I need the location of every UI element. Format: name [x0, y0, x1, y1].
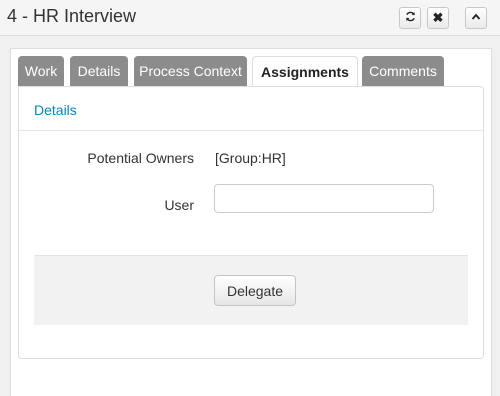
tab-comments[interactable]: Comments — [362, 56, 444, 86]
tab-details[interactable]: Details — [70, 56, 128, 86]
window-title: 4 - HR Interview — [7, 6, 137, 26]
refresh-icon — [405, 11, 416, 25]
user-input[interactable] — [214, 184, 434, 213]
user-label: User — [164, 197, 194, 213]
close-button[interactable]: ✖ — [427, 7, 449, 29]
delegate-button[interactable]: Delegate — [214, 275, 296, 306]
task-panel: Work Details Process Context Assignments… — [10, 48, 492, 396]
action-bar: Delegate — [34, 255, 468, 325]
details-section-link[interactable]: Details — [34, 102, 77, 118]
potential-owners-value: [Group:HR] — [215, 150, 286, 166]
close-icon: ✖ — [432, 10, 444, 25]
tab-process-context[interactable]: Process Context — [134, 56, 247, 86]
tab-work[interactable]: Work — [18, 56, 64, 86]
task-window: 4 - HR Interview ✖ Work Details Process … — [0, 0, 500, 396]
potential-owners-label: Potential Owners — [87, 150, 194, 166]
section-header: Details — [19, 87, 483, 131]
tab-assignments[interactable]: Assignments — [252, 56, 358, 87]
collapse-button[interactable] — [465, 7, 487, 29]
title-bar: 4 - HR Interview ✖ — [0, 0, 500, 36]
assignments-content: Details Potential Owners [Group:HR] User… — [18, 86, 484, 359]
refresh-button[interactable] — [399, 7, 421, 29]
chevron-up-icon — [471, 11, 481, 25]
